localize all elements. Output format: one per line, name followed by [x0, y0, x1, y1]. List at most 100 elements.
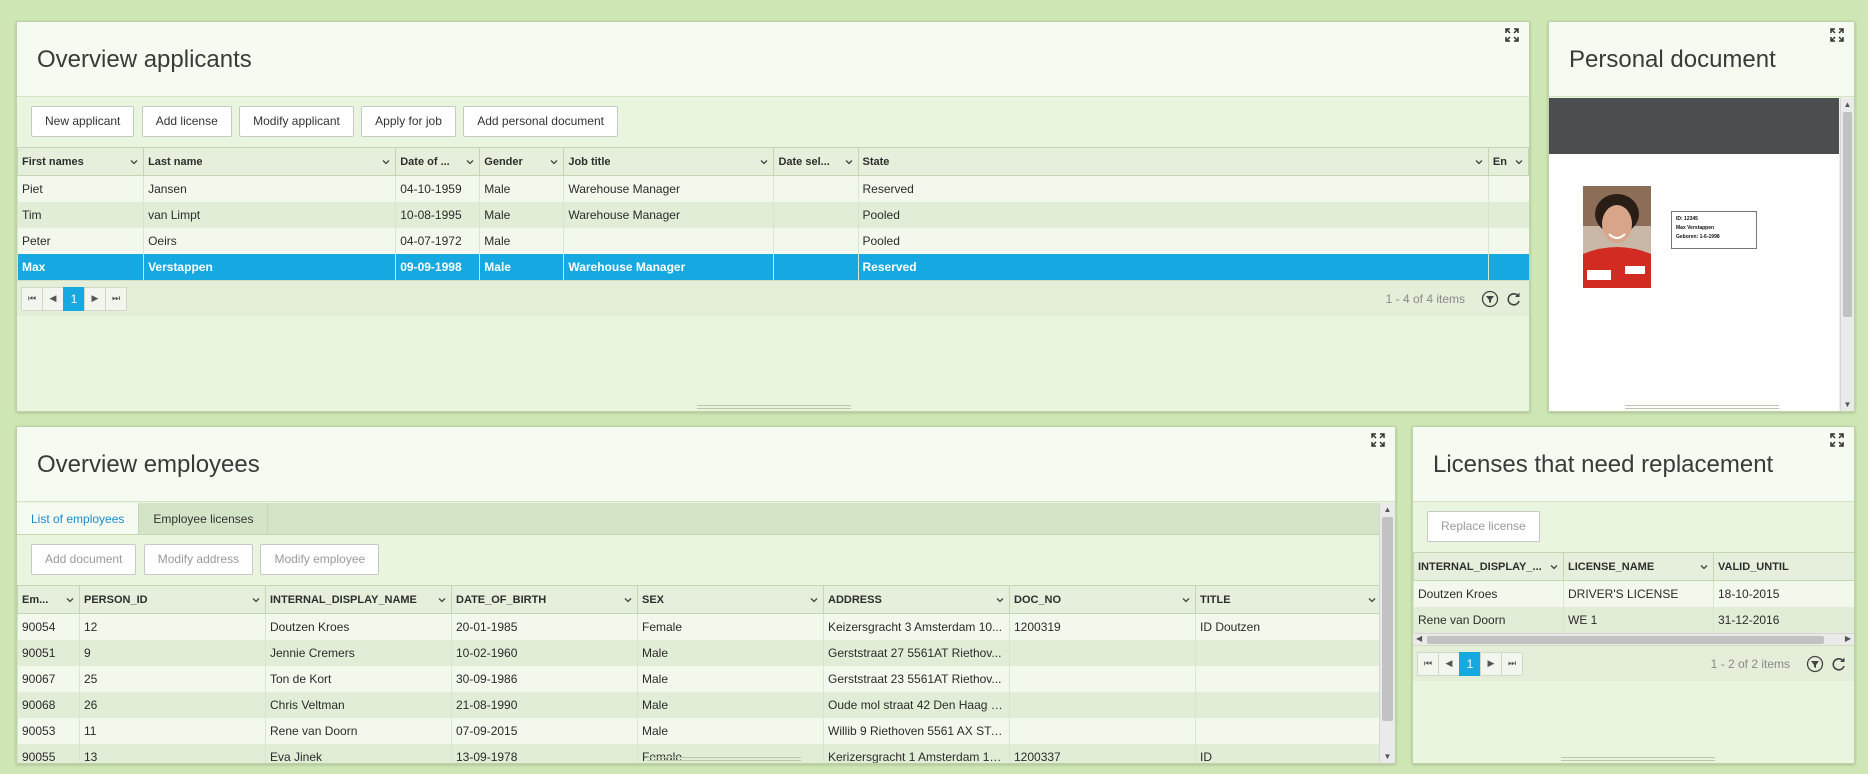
last-page-button[interactable]: ⏭	[1501, 651, 1523, 676]
refresh-icon[interactable]	[1830, 655, 1848, 673]
table-cell: Doutzen Kroes	[265, 613, 452, 640]
column-header[interactable]: Job title	[563, 147, 775, 176]
tab-employee-licenses[interactable]: Employee licenses	[139, 503, 269, 534]
resize-handle[interactable]	[647, 757, 801, 761]
table-row[interactable]: Doutzen Kroes DRIVER'S LICENSE 18-10-2015	[1413, 580, 1854, 607]
table-cell: Pooled	[857, 201, 1489, 228]
chevron-down-icon[interactable]	[1514, 157, 1524, 167]
expand-icon[interactable]	[1830, 28, 1844, 42]
employees-grid: Em... PERSON_ID INTERNAL_DISPLAY_NAME DATE_…	[17, 585, 1379, 763]
table-cell: 09-09-1998	[395, 253, 480, 280]
chevron-down-icon[interactable]	[1181, 595, 1191, 605]
chevron-down-icon[interactable]	[549, 157, 559, 167]
licenses-header: Licenses that need replacement	[1413, 427, 1854, 502]
next-page-button[interactable]: ▶	[84, 286, 106, 311]
prev-page-button[interactable]: ◀	[1438, 651, 1460, 676]
column-header-label: First names	[22, 155, 84, 168]
table-cell	[1009, 639, 1196, 666]
table-row[interactable]: 90053 11 Rene van Doorn 07-09-2015 Male Willi…	[17, 717, 1379, 744]
expand-icon[interactable]	[1371, 433, 1385, 447]
table-row[interactable]: Rene van Doorn WE 1 31-12-2016	[1413, 606, 1854, 633]
table-cell: 31-12-2016	[1713, 606, 1854, 633]
table-row[interactable]: 90051 9 Jennie Cremers 10-02-1960 Male Gersts…	[17, 639, 1379, 666]
new-applicant-button[interactable]: New applicant	[31, 106, 135, 137]
column-header[interactable]: Date of ...	[395, 147, 481, 176]
chevron-down-icon[interactable]	[844, 157, 854, 167]
column-header[interactable]: Last name	[143, 147, 397, 176]
column-header[interactable]: SEX	[637, 585, 824, 614]
expand-icon[interactable]	[1830, 433, 1844, 447]
filter-icon[interactable]	[1481, 290, 1499, 308]
column-header[interactable]: First names	[17, 147, 145, 176]
column-header[interactable]: Em...	[17, 585, 80, 614]
column-header[interactable]: Gender	[479, 147, 565, 176]
chevron-down-icon[interactable]	[381, 157, 391, 167]
chevron-down-icon[interactable]	[129, 157, 139, 167]
employees-scrollbar[interactable]: ▲ ▼	[1379, 503, 1395, 763]
document-panel: Personal document ID: 12345 Max Verstapp…	[1548, 21, 1855, 412]
column-header[interactable]: DATE_OF_BIRTH	[451, 585, 638, 614]
chevron-down-icon[interactable]	[1474, 157, 1484, 167]
chevron-down-icon[interactable]	[1699, 562, 1709, 572]
table-row[interactable]: Peter Oeirs 04-07-1972 Male Pooled	[17, 227, 1529, 254]
tab-list-of-employees[interactable]: List of employees	[17, 503, 140, 534]
add-document-button[interactable]: Add document	[31, 544, 137, 575]
table-cell	[773, 227, 858, 254]
page-number-button[interactable]: 1	[63, 286, 85, 311]
chevron-down-icon[interactable]	[65, 595, 75, 605]
modify-address-button[interactable]: Modify address	[143, 544, 254, 575]
chevron-down-icon[interactable]	[437, 595, 447, 605]
table-cell: 26	[79, 691, 266, 718]
column-header[interactable]: TITLE	[1195, 585, 1379, 614]
table-cell: Jansen	[143, 175, 396, 202]
chevron-down-icon[interactable]	[251, 595, 261, 605]
table-cell: 10-08-1995	[395, 201, 480, 228]
next-page-button[interactable]: ▶	[1480, 651, 1502, 676]
column-header[interactable]: INTERNAL_DISPLAY_NAME	[265, 585, 452, 614]
table-row[interactable]: Piet Jansen 04-10-1959 Male Warehouse Manage…	[17, 175, 1529, 202]
expand-icon[interactable]	[1505, 28, 1519, 42]
employees-panel: Overview employees List of employees Emp…	[16, 426, 1396, 764]
modify-applicant-button[interactable]: Modify applicant	[239, 106, 354, 137]
column-header[interactable]: En	[1487, 147, 1529, 176]
table-row[interactable]: Max Verstappen 09-09-1998 Male Warehouse Man…	[17, 253, 1529, 280]
chevron-down-icon[interactable]	[995, 595, 1005, 605]
resize-handle[interactable]	[1561, 757, 1715, 761]
licenses-hscrollbar[interactable]: ◀ ▶	[1413, 632, 1854, 645]
resize-handle[interactable]	[697, 405, 851, 409]
table-row[interactable]: 90054 12 Doutzen Kroes 20-01-1985 Female Keiz…	[17, 613, 1379, 640]
chevron-down-icon[interactable]	[809, 595, 819, 605]
column-header[interactable]: INTERNAL_DISPLAY_...	[1413, 552, 1564, 581]
chevron-down-icon[interactable]	[623, 595, 633, 605]
licenses-grid: INTERNAL_DISPLAY_... LICENSE_NAME VALID_UN…	[1413, 552, 1854, 633]
column-header[interactable]: VALID_UNTIL	[1713, 552, 1854, 581]
replace-license-button[interactable]: Replace license	[1427, 511, 1540, 542]
first-page-button[interactable]: ⏮	[1417, 651, 1439, 676]
prev-page-button[interactable]: ◀	[42, 286, 64, 311]
table-row[interactable]: Tim van Limpt 10-08-1995 Male Warehouse Mana…	[17, 201, 1529, 228]
column-header[interactable]: State	[857, 147, 1489, 176]
add-license-button[interactable]: Add license	[141, 106, 232, 137]
column-header[interactable]: LICENSE_NAME	[1563, 552, 1714, 581]
table-row[interactable]: 90067 25 Ton de Kort 30-09-1986 Male Gerststr…	[17, 665, 1379, 692]
column-header[interactable]: DOC_NO	[1009, 585, 1196, 614]
modify-employee-button[interactable]: Modify employee	[260, 544, 380, 575]
chevron-down-icon[interactable]	[465, 157, 475, 167]
document-scrollbar[interactable]: ▲ ▼	[1840, 98, 1854, 411]
table-row[interactable]: 90068 26 Chris Veltman 21-08-1990 Male Oude m…	[17, 691, 1379, 718]
add-personal-document-button[interactable]: Add personal document	[463, 106, 618, 137]
last-page-button[interactable]: ⏭	[105, 286, 127, 311]
chevron-down-icon[interactable]	[1549, 562, 1559, 572]
filter-icon[interactable]	[1806, 655, 1824, 673]
column-header[interactable]: PERSON_ID	[79, 585, 266, 614]
chevron-down-icon[interactable]	[759, 157, 769, 167]
first-page-button[interactable]: ⏮	[21, 286, 43, 311]
column-header-label: ADDRESS	[828, 593, 882, 606]
column-header[interactable]: ADDRESS	[823, 585, 1010, 614]
column-header[interactable]: Date sel...	[773, 147, 859, 176]
apply-for-job-button[interactable]: Apply for job	[361, 106, 456, 137]
refresh-icon[interactable]	[1505, 290, 1523, 308]
page-number-button[interactable]: 1	[1459, 651, 1481, 676]
resize-handle[interactable]	[1625, 405, 1779, 409]
chevron-down-icon[interactable]	[1367, 595, 1377, 605]
